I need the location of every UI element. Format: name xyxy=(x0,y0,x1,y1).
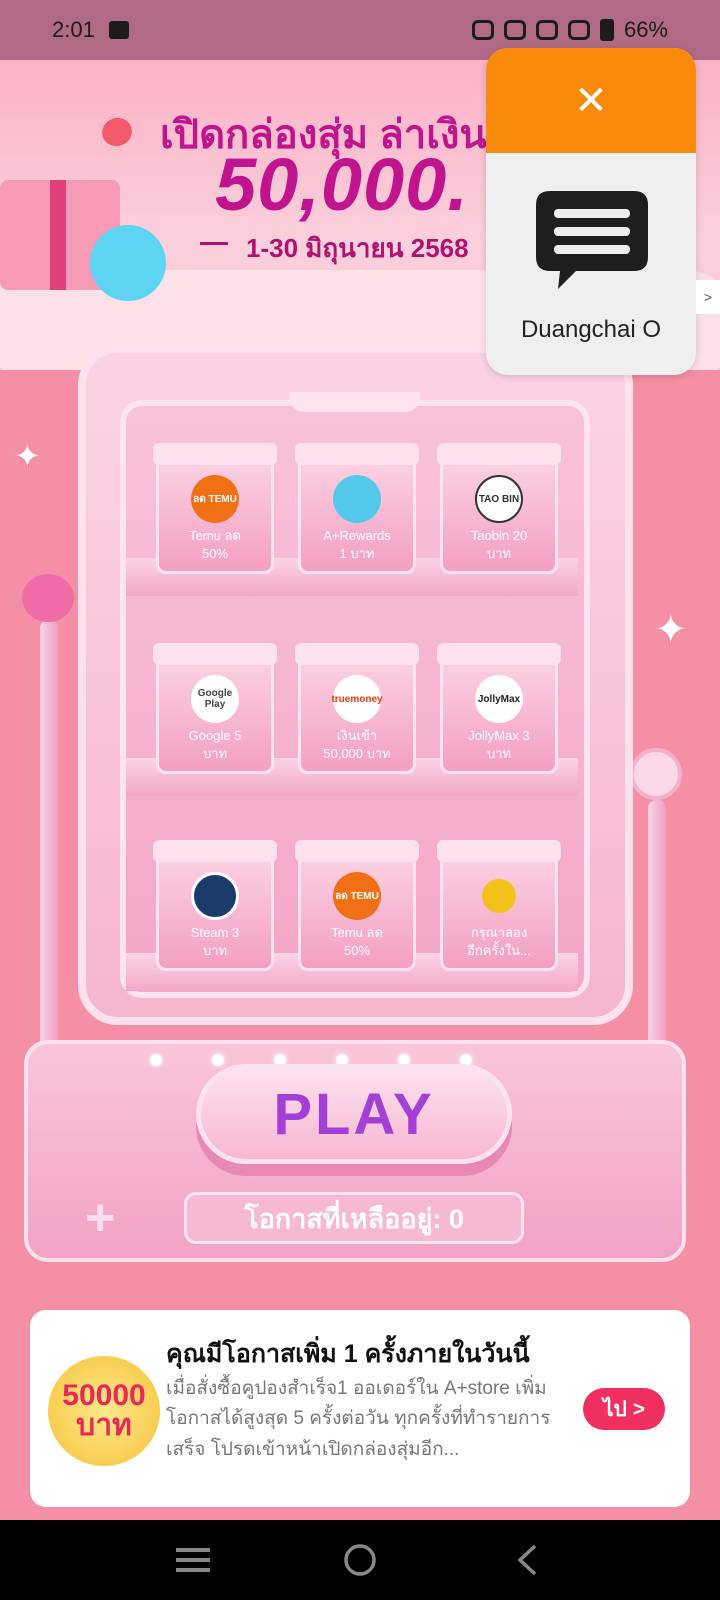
info-title: คุณมีโอกาสเพิ่ม 1 ครั้งภายในวันนี้ xyxy=(166,1340,530,1368)
home-button[interactable] xyxy=(340,1540,380,1580)
box-lid xyxy=(153,643,277,665)
banner-amount: 50,000. xyxy=(215,143,469,226)
coin-unit: บาท xyxy=(76,1409,132,1442)
smiley-icon xyxy=(475,872,523,920)
box-lid xyxy=(295,643,419,665)
chat-message-icon xyxy=(536,191,648,289)
box-lid xyxy=(153,840,277,862)
chat-contact-name: Duangchai O xyxy=(520,316,662,343)
coin-amount: 50000 xyxy=(62,1379,146,1412)
logo-text: Google Play xyxy=(197,688,233,710)
logo-text: ลด TEMU xyxy=(335,890,379,902)
truemoney-icon: truemoney xyxy=(331,675,383,723)
back-button[interactable] xyxy=(507,1540,547,1580)
vibrate-icon xyxy=(503,20,526,40)
prize-box: Steam 3 บาท xyxy=(153,840,277,971)
home-circle-icon xyxy=(344,1544,376,1576)
info-body: เมื่อสั่งซื้อคูปองสำเร็จ1 ออเดอร์ใน A+st… xyxy=(166,1378,551,1460)
headphones-icon xyxy=(471,20,494,40)
prize-label: เงินเข้า 50,000 บาท xyxy=(323,728,391,761)
dash-decoration xyxy=(200,242,228,245)
box-lid xyxy=(437,643,561,665)
box-lid xyxy=(437,443,561,465)
box-lid xyxy=(437,840,561,862)
signal-icon xyxy=(567,20,590,40)
side-arrow-tab[interactable]: > xyxy=(696,280,720,314)
prize-label: Temu ลด 50% xyxy=(331,925,383,958)
light-dot xyxy=(212,1054,224,1066)
coin-badge-icon: 50000 บาท xyxy=(48,1356,160,1466)
menu-icon xyxy=(176,1548,211,1572)
light-dot xyxy=(150,1054,162,1066)
lever-knob-icon xyxy=(630,748,682,800)
logo-text: JollyMax xyxy=(477,693,521,705)
prize-box: TAO BIN Taobin 20 บาท xyxy=(437,443,561,574)
status-right-group: 66% xyxy=(471,17,668,43)
message-notification-icon xyxy=(108,21,129,39)
banner-dates: 1-30 มิถุนายน 2568 xyxy=(246,233,469,263)
google-play-icon: Google Play xyxy=(191,675,239,723)
info-card: 50000 บาท คุณมีโอกาสเพิ่ม 1 ครั้งภายในวั… xyxy=(30,1310,690,1507)
a-plus-mascot-icon xyxy=(333,475,381,523)
play-button[interactable]: PLAY xyxy=(196,1064,512,1164)
system-nav-bar xyxy=(0,1520,720,1600)
prize-label: Temu ลด 50% xyxy=(189,528,241,561)
box-lid xyxy=(295,840,419,862)
prize-box: Google Play Google 5 บาท xyxy=(153,643,277,774)
prize-label: A+Rewards 1 บาท xyxy=(323,528,391,561)
sparkle-icon: ✦ xyxy=(654,608,688,652)
logo-text: ลด TEMU xyxy=(193,493,237,505)
prize-label: Google 5 บาท xyxy=(188,728,242,761)
box-lid xyxy=(295,443,419,465)
heart-icon xyxy=(98,113,136,151)
prize-label: JollyMax 3 บาท xyxy=(468,728,530,761)
logo-text: TAO BIN xyxy=(478,493,520,505)
prize-box: กรุณาลอง อีกครั้งใน... xyxy=(437,840,561,971)
smiley-face xyxy=(482,879,516,913)
back-chevron-icon xyxy=(517,1544,536,1576)
heart-knob-icon xyxy=(22,574,74,622)
machine-top-tab xyxy=(290,392,420,412)
prize-box: ลด TEMU Temu ลด 50% xyxy=(153,443,277,574)
steam-icon xyxy=(191,872,239,920)
go-button[interactable]: ไป > xyxy=(583,1388,665,1430)
prize-box: A+Rewards 1 บาท xyxy=(295,443,419,574)
prize-label: Taobin 20 บาท xyxy=(470,528,528,561)
temu-logo-icon: ลด TEMU xyxy=(191,475,239,523)
prize-box: JollyMax JollyMax 3 บาท xyxy=(437,643,561,774)
sparkle-icon: ✦ xyxy=(14,438,41,474)
prize-label: Steam 3 บาท xyxy=(190,925,240,958)
battery-icon xyxy=(599,19,614,41)
prize-box: truemoney เงินเข้า 50,000 บาท xyxy=(295,643,419,774)
chat-head-bubble[interactable]: ✕ Duangchai O xyxy=(486,48,696,375)
mascot-icon xyxy=(90,225,166,301)
box-lid xyxy=(153,443,277,465)
close-icon[interactable]: ✕ xyxy=(486,48,696,153)
prize-box: ลด TEMU Temu ลด 50% xyxy=(295,840,419,971)
wifi-icon xyxy=(535,20,558,40)
temu-logo-icon: ลด TEMU xyxy=(333,872,381,920)
battery-percent: 66% xyxy=(623,17,668,42)
taobin-logo-icon: TAO BIN xyxy=(475,475,523,523)
prize-label: กรุณาลอง อีกครั้งใน... xyxy=(467,925,531,958)
jollymax-icon: JollyMax xyxy=(475,675,523,723)
logo-text: truemoney xyxy=(331,693,383,705)
left-pole xyxy=(40,620,58,1090)
recent-apps-button[interactable] xyxy=(173,1540,213,1580)
a-plus-logo-icon: + xyxy=(84,1189,115,1247)
remaining-chances: โอกาสที่เหลืออยู่: 0 xyxy=(184,1192,524,1244)
status-time: 2:01 xyxy=(52,17,95,42)
